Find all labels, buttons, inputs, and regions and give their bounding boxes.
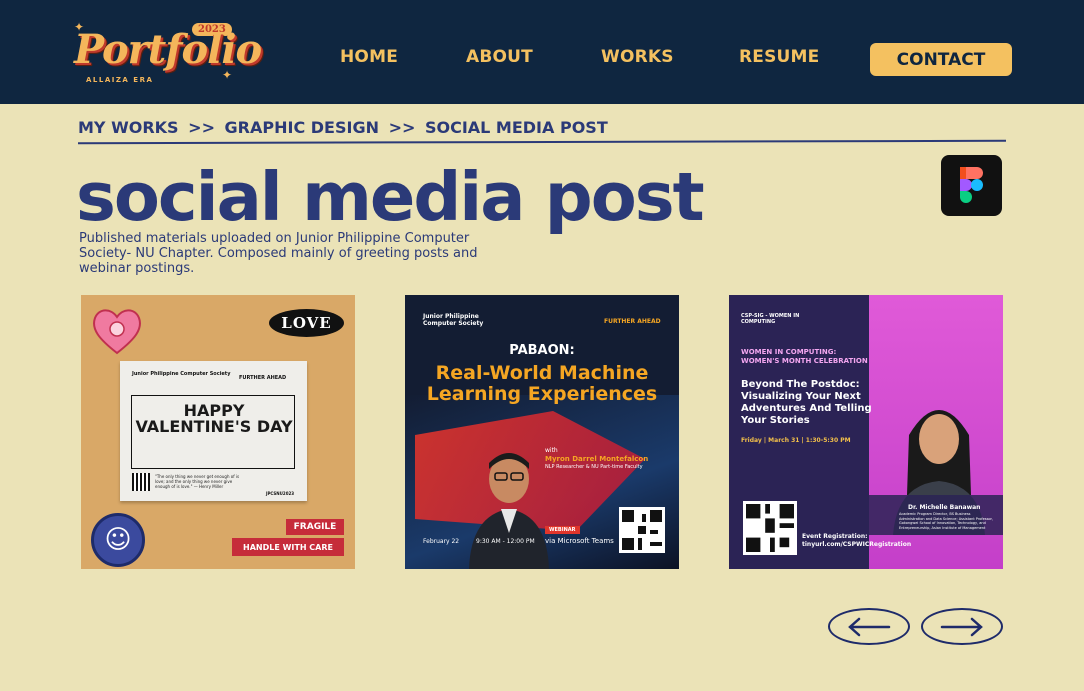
valentine-paper: Junior Philippine Computer Society FURTH… — [120, 361, 307, 501]
registration-label: Event Registration: — [802, 533, 868, 540]
post-card-valentines[interactable]: LOVE Junior Philippine Computer Society … — [81, 295, 355, 569]
top-navbar: ✦ 2023 Portfolio ALLAIZA ERA ✦ HOME ABOU… — [0, 0, 1084, 104]
arrow-left-icon — [848, 617, 891, 636]
post-card-pabaon-webinar[interactable]: Junior Philippine Computer Society FURTH… — [405, 295, 679, 569]
love-sticker: LOVE — [269, 309, 344, 337]
nav-resume[interactable]: RESUME — [739, 47, 819, 67]
page-title: social media post — [76, 158, 705, 236]
event-time: 9:30 AM - 12:00 PM — [476, 538, 535, 545]
breadcrumb-graphic-design[interactable]: GRAPHIC DESIGN — [225, 118, 379, 137]
speaker-role: Academic Program Director, BS Business A… — [899, 512, 994, 530]
fragile-sticker: FRAGILE — [286, 519, 344, 535]
speaker-photo — [469, 453, 549, 569]
further-ahead-label: FURTHER AHEAD — [239, 375, 287, 381]
webinar-headline: Real-World Machine Learning Experiences — [426, 362, 658, 405]
platform-label: via Microsoft Teams — [545, 537, 614, 545]
with-label: with — [545, 447, 558, 454]
event-date: February 22 — [423, 538, 460, 545]
hashtag-label: JPCSNU2023 — [266, 491, 295, 496]
breadcrumb-separator: >> — [388, 118, 416, 137]
webinar-badge: WEBINAR — [545, 526, 580, 534]
logo-wordmark: Portfolio — [74, 26, 262, 73]
logo-subtitle: ALLAIZA ERA — [86, 76, 154, 84]
further-ahead-label: FURTHER AHEAD — [604, 318, 661, 325]
contact-button[interactable]: CONTACT — [870, 43, 1012, 76]
nav-works[interactable]: WORKS — [601, 47, 674, 67]
divider — [77, 139, 1007, 145]
nav-about[interactable]: ABOUT — [466, 47, 533, 67]
registration-link: tinyurl.com/CSPWICRegistration — [802, 541, 912, 548]
cupid-heart-icon — [93, 309, 141, 355]
org-label: Junior Philippine Computer Society — [423, 313, 484, 327]
series-label: PABAON: — [509, 343, 575, 358]
greeting-text: HAPPY VALENTINE'S DAY — [135, 401, 293, 436]
smiley-sticker-icon: ☺ — [91, 513, 145, 567]
figma-icon — [941, 155, 1002, 216]
handle-with-care-sticker: HANDLE WITH CARE — [232, 538, 344, 556]
post-card-women-in-computing[interactable]: CSP-SIG - WOMEN IN COMPUTING WOMEN IN CO… — [729, 295, 1003, 569]
breadcrumb-separator: >> — [188, 118, 215, 137]
nav-home[interactable]: HOME — [340, 47, 398, 67]
event-schedule: Friday | March 31 | 1:30-5:30 PM — [741, 437, 851, 444]
speaker-name: Myron Darrel Montefalcon — [545, 455, 649, 463]
carousel-prev-button[interactable] — [828, 608, 910, 645]
quote-text: "The only thing we never get enough of i… — [155, 474, 240, 489]
arrow-right-icon — [940, 617, 983, 636]
qr-code-icon — [743, 501, 797, 555]
qr-code-icon — [619, 507, 665, 553]
qr-code-icon — [132, 473, 150, 491]
registration-info: Event Registration: tinyurl.com/CSPWICRe… — [802, 533, 911, 549]
carousel-next-button[interactable] — [921, 608, 1003, 645]
event-label: WOMEN IN COMPUTING: WOMEN'S MONTH CELEBR… — [741, 348, 868, 365]
portfolio-logo[interactable]: ✦ 2023 Portfolio ALLAIZA ERA ✦ — [74, 20, 262, 90]
breadcrumb-my-works[interactable]: MY WORKS — [78, 118, 179, 137]
speaker-name: Dr. Michelle Banawan — [908, 504, 981, 511]
breadcrumb-current: SOCIAL MEDIA POST — [424, 118, 608, 137]
org-label: Junior Philippine Computer Society — [132, 371, 231, 377]
sparkle-icon: ✦ — [222, 68, 233, 82]
event-headline: Beyond The Postdoc: Visualizing Your Nex… — [741, 379, 872, 426]
page-description: Published materials uploaded on Junior P… — [79, 231, 478, 276]
speaker-role: NLP Researcher & NU Part-time Faculty — [545, 464, 643, 470]
breadcrumb: MY WORKS >> GRAPHIC DESIGN >> SOCIAL MED… — [78, 118, 612, 137]
org-label: CSP-SIG - WOMEN IN COMPUTING — [741, 313, 800, 325]
